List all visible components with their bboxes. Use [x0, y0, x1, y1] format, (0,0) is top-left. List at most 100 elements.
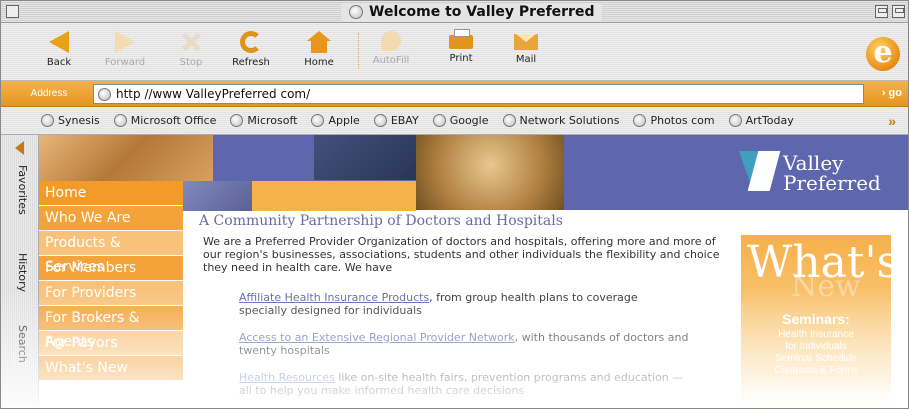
- favorite-globe-icon: [41, 114, 54, 127]
- favorite-link[interactable]: Microsoft Office: [113, 114, 216, 127]
- favorite-label: Google: [449, 114, 489, 127]
- nav-products-services[interactable]: Products & Services: [39, 231, 183, 275]
- seminar-item[interactable]: Contracts & Forms: [741, 365, 891, 377]
- favorite-globe-icon: [311, 114, 325, 127]
- seminar-item[interactable]: Seminar Schedule: [741, 353, 891, 365]
- explorer-sidebar: Favorites History Search: [1, 135, 39, 408]
- favorite-globe-icon: [502, 114, 516, 127]
- nav-for-payors[interactable]: For Payors: [39, 331, 183, 355]
- seminar-item[interactable]: for Individuals: [741, 341, 891, 353]
- toolbar: Back Forward Stop Refresh Home AutoFill …: [1, 23, 908, 81]
- forward-arrow-icon: [115, 31, 135, 53]
- home-button[interactable]: Home: [291, 31, 347, 68]
- nav-for-brokers-agents[interactable]: For Brokers & Agents: [39, 306, 183, 350]
- forward-button[interactable]: Forward: [97, 31, 153, 68]
- banner-photo-pattern: [183, 181, 258, 211]
- mail-button[interactable]: Mail: [498, 31, 554, 65]
- tab-search[interactable]: Search: [7, 325, 29, 363]
- seminars-heading: Seminars:: [782, 311, 850, 327]
- banner-photo-child: [416, 135, 564, 210]
- address-field[interactable]: http //www ValleyPreferred com/: [93, 84, 864, 104]
- whats-new-panel[interactable]: New What's Seminars: Health Insurance fo…: [741, 235, 899, 408]
- favorite-label: Synesis: [58, 114, 100, 127]
- address-bar: Address http //www ValleyPreferred com/ …: [1, 81, 908, 107]
- go-label: go: [888, 87, 902, 99]
- refresh-label: Refresh: [232, 57, 270, 68]
- banner-orange-strip: [252, 181, 416, 211]
- bullet-link[interactable]: Health Resources: [239, 371, 335, 384]
- zoom-box[interactable]: [875, 5, 888, 18]
- refresh-icon: [240, 31, 262, 53]
- sidebar-toggle-icon[interactable]: [15, 141, 24, 155]
- favorite-label: Photos com: [650, 114, 715, 127]
- list-item: Affiliate Health Insurance Products, fro…: [239, 291, 689, 317]
- address-globe-icon: [98, 87, 111, 101]
- refresh-button[interactable]: Refresh: [223, 31, 279, 68]
- nav-whats-new[interactable]: What's New: [39, 356, 183, 380]
- autofill-button[interactable]: AutoFill: [363, 31, 419, 66]
- autofill-label: AutoFill: [372, 55, 410, 66]
- forward-label: Forward: [104, 57, 146, 68]
- bullet-link[interactable]: Access to an Extensive Regional Provider…: [239, 331, 515, 344]
- mail-icon: [514, 34, 538, 50]
- address-url[interactable]: http //www ValleyPreferred com/: [116, 87, 310, 101]
- bullet-link[interactable]: Affiliate Health Insurance Products: [239, 291, 429, 304]
- favorite-link[interactable]: Apple: [311, 114, 360, 127]
- browser-logo-icon: e: [866, 37, 900, 71]
- nav-home[interactable]: Home: [39, 181, 183, 205]
- nav-who-we-are[interactable]: Who We Are: [39, 206, 183, 230]
- site-nav: Home Who We Are Products & Services For …: [39, 181, 183, 381]
- favorite-link[interactable]: Network Solutions: [502, 114, 620, 127]
- favorite-label: Network Solutions: [519, 114, 620, 127]
- favorite-label: Microsoft: [247, 114, 298, 127]
- tab-favorites[interactable]: Favorites: [7, 165, 29, 215]
- close-box[interactable]: [6, 5, 19, 18]
- stop-button[interactable]: Stop: [163, 31, 219, 68]
- print-button[interactable]: Print: [433, 29, 489, 64]
- window-title: Welcome to Valley Preferred: [369, 4, 595, 20]
- favorite-globe-icon: [728, 114, 742, 127]
- favorite-globe-icon: [373, 114, 387, 127]
- favorite-link[interactable]: EBAY: [373, 114, 419, 127]
- print-label: Print: [449, 53, 473, 64]
- favorite-globe-icon: [113, 114, 127, 127]
- favorite-link[interactable]: Google: [432, 114, 489, 127]
- nav-for-members[interactable]: For Members: [39, 256, 183, 280]
- title-bar: Welcome to Valley Preferred: [1, 1, 908, 23]
- favorite-label: EBAY: [390, 114, 419, 127]
- tab-history[interactable]: History: [7, 253, 29, 292]
- intro-paragraph: We are a Preferred Provider Organization…: [203, 235, 720, 274]
- home-icon: [307, 31, 331, 53]
- browser-window: Welcome to Valley Preferred Back Forward…: [0, 0, 909, 409]
- favorite-globe-icon: [633, 114, 647, 127]
- back-label: Back: [46, 57, 72, 68]
- seminars-list: Health Insurance for Individuals Seminar…: [741, 329, 891, 377]
- site-logo[interactable]: Valley Preferred: [739, 151, 881, 195]
- toolbar-separator: [358, 33, 359, 69]
- favorite-link[interactable]: Microsoft: [230, 114, 297, 127]
- logo-line-1: Valley: [783, 151, 844, 175]
- favorite-link[interactable]: Photos com: [633, 114, 715, 127]
- title-wrap: Welcome to Valley Preferred: [341, 3, 603, 21]
- list-item: Health Resources like on-site health fai…: [239, 371, 689, 397]
- mail-label: Mail: [515, 54, 537, 65]
- favorite-globe-icon: [230, 114, 244, 127]
- favorites-bar: Synesis Microsoft Office Microsoft Apple…: [1, 107, 908, 135]
- favorite-link[interactable]: ArtToday: [728, 114, 794, 127]
- address-label: Address: [30, 88, 68, 99]
- list-item: Access to an Extensive Regional Provider…: [239, 331, 689, 357]
- nav-for-providers[interactable]: For Providers: [39, 281, 183, 305]
- autofill-icon: [381, 31, 401, 51]
- favorite-link[interactable]: Synesis: [41, 114, 100, 127]
- go-button[interactable]: › go: [882, 87, 902, 99]
- back-button[interactable]: Back: [31, 31, 87, 68]
- home-label: Home: [304, 57, 334, 68]
- banner-photo-family: [39, 135, 213, 181]
- favorite-label: Apple: [328, 114, 360, 127]
- seminar-item[interactable]: Health Insurance: [741, 329, 891, 341]
- whats-new-title: What's: [747, 237, 900, 288]
- collapse-box[interactable]: [892, 5, 905, 18]
- more-favorites-chevron-icon[interactable]: »: [888, 113, 896, 129]
- page-headline: A Community Partnership of Doctors and H…: [199, 213, 563, 229]
- printer-icon: [449, 29, 473, 49]
